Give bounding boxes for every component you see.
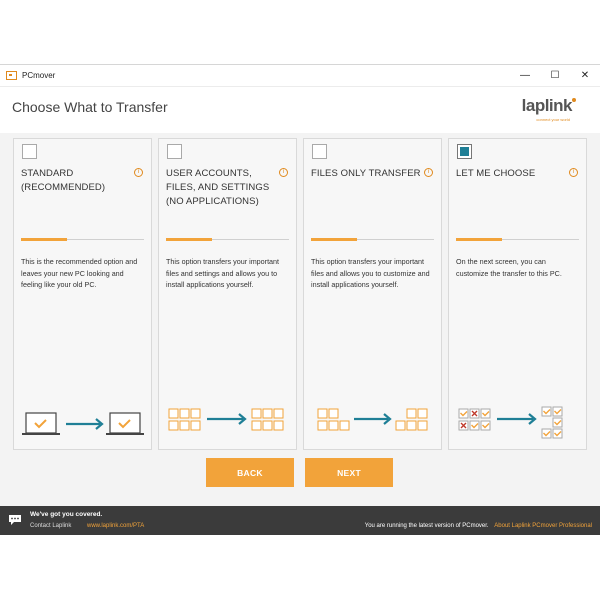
info-icon[interactable]: i bbox=[134, 168, 143, 177]
transfer-arrow-icon bbox=[354, 413, 392, 425]
choose-items-illustration bbox=[458, 406, 563, 439]
logo-tagline: connect your world bbox=[536, 117, 570, 122]
old-laptop-icon bbox=[22, 412, 60, 435]
option-title: LET ME CHOOSE bbox=[456, 168, 536, 179]
page-title: Choose What to Transfer bbox=[12, 99, 168, 115]
info-icon[interactable]: i bbox=[569, 168, 578, 177]
option-description: This is the recommended option and leave… bbox=[21, 257, 138, 290]
pcmover-app-icon bbox=[6, 71, 17, 80]
option-checkbox-let-me-choose[interactable] bbox=[457, 144, 472, 159]
maximize-button[interactable]: ☐ bbox=[540, 65, 570, 86]
pc-to-pc-illustration bbox=[22, 412, 144, 435]
version-status: You are running the latest version of PC… bbox=[365, 523, 592, 529]
option-title: FILES ONLY TRANSFER bbox=[311, 168, 421, 179]
support-link[interactable]: www.laplink.com/PTA bbox=[87, 523, 144, 529]
info-icon[interactable]: i bbox=[279, 168, 288, 177]
option-checkbox-files-only[interactable] bbox=[312, 144, 327, 159]
destination-items-icon bbox=[251, 408, 284, 431]
option-card-files-only[interactable]: FILES ONLY TRANSFER i This option transf… bbox=[303, 138, 442, 450]
source-files-icon bbox=[317, 408, 350, 431]
chat-bubble-icon bbox=[9, 515, 21, 525]
users-files-settings-illustration bbox=[168, 408, 284, 431]
option-description: This option transfers your important fil… bbox=[311, 257, 430, 290]
version-status-text: You are running the latest version of PC… bbox=[364, 523, 489, 529]
option-checkbox-user-accounts[interactable] bbox=[167, 144, 182, 159]
destination-files-icon bbox=[395, 408, 428, 431]
logo-dot bbox=[572, 98, 576, 102]
option-title: USER ACCOUNTS, FILES, AND SETTINGS (NO A… bbox=[166, 168, 270, 207]
about-link[interactable]: About Laplink PCmover Professional bbox=[494, 523, 592, 529]
close-button[interactable]: ✕ bbox=[570, 65, 600, 86]
selected-items-icon bbox=[541, 406, 563, 439]
divider-accent bbox=[21, 238, 67, 241]
app-window: PCmover — ☐ ✕ Choose What to Transfer la… bbox=[0, 64, 600, 535]
title-bar: PCmover — ☐ ✕ bbox=[0, 65, 600, 87]
transfer-arrow-icon bbox=[497, 413, 537, 425]
minimize-button[interactable]: — bbox=[510, 65, 540, 86]
next-button[interactable]: NEXT bbox=[305, 458, 393, 487]
transfer-arrow-icon bbox=[66, 418, 104, 430]
footer-tagline: We've got you covered. bbox=[30, 511, 103, 518]
info-icon[interactable]: i bbox=[424, 168, 433, 177]
window-title: PCmover bbox=[22, 71, 56, 80]
divider-accent bbox=[311, 238, 357, 241]
files-only-illustration bbox=[317, 408, 428, 431]
logo-wordmark: laplink bbox=[521, 96, 573, 115]
option-card-let-me-choose[interactable]: LET ME CHOOSE i On the next screen, you … bbox=[448, 138, 587, 450]
contact-laplink-label: Contact Laplink bbox=[30, 523, 72, 529]
option-card-standard[interactable]: STANDARD (RECOMMENDED) i This is the rec… bbox=[13, 138, 152, 450]
option-description: This option transfers your important fil… bbox=[166, 257, 280, 290]
page-header: Choose What to Transfer laplink connect … bbox=[0, 87, 600, 133]
laplink-logo: laplink connect your world bbox=[521, 96, 576, 122]
mixed-selection-icon bbox=[458, 408, 491, 431]
divider-accent bbox=[166, 238, 212, 241]
new-laptop-icon bbox=[106, 412, 144, 435]
option-description: On the next screen, you can customize th… bbox=[456, 257, 562, 278]
option-title: STANDARD (RECOMMENDED) bbox=[21, 168, 106, 193]
divider-accent bbox=[456, 238, 502, 241]
source-items-icon bbox=[168, 408, 201, 431]
footer-bar: We've got you covered. Contact Laplink w… bbox=[0, 506, 600, 535]
option-card-user-accounts[interactable]: USER ACCOUNTS, FILES, AND SETTINGS (NO A… bbox=[158, 138, 297, 450]
transfer-arrow-icon bbox=[207, 413, 247, 425]
option-checkbox-standard[interactable] bbox=[22, 144, 37, 159]
back-button[interactable]: BACK bbox=[206, 458, 294, 487]
